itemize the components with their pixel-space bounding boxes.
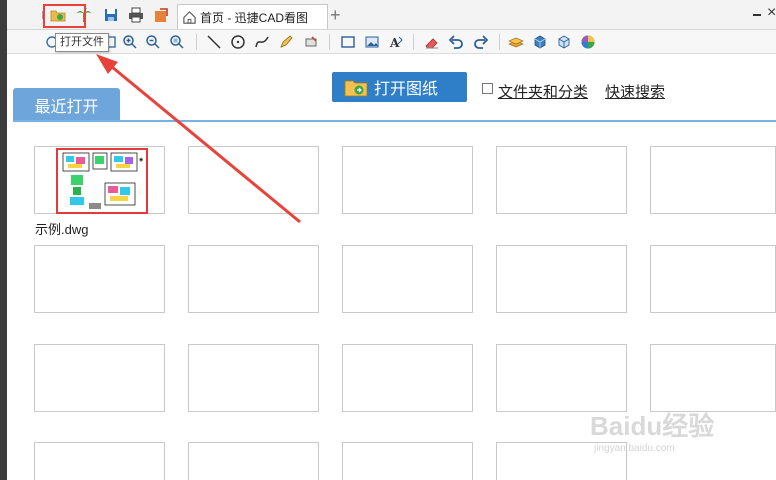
zoom-in-icon[interactable] [121, 33, 139, 51]
main-toolbar: A [7, 30, 776, 54]
text-icon[interactable]: A [387, 33, 405, 51]
tab-recent[interactable]: 最近打开 [13, 88, 120, 121]
watermark-sub-text: jingyan.baidu.com [594, 443, 675, 454]
save-icon[interactable] [102, 6, 120, 24]
export-icon[interactable] [152, 6, 170, 24]
toolbar-separator [499, 34, 500, 50]
folder-icon [344, 80, 368, 97]
watermark-main-text: Baidu经验 [590, 411, 715, 441]
empty-thumbnail-slot [188, 146, 319, 214]
empty-thumbnail-slot [34, 442, 165, 480]
empty-thumbnail-slot [650, 146, 776, 214]
line-icon[interactable] [205, 33, 223, 51]
redo-icon[interactable] [472, 33, 490, 51]
open-file-highlight [43, 4, 86, 28]
undo-icon[interactable] [447, 33, 465, 51]
print-icon[interactable] [127, 6, 145, 24]
pencil-icon[interactable] [277, 33, 295, 51]
empty-thumbnail-slot [496, 245, 627, 313]
toolbar-separator [329, 34, 330, 50]
rectangle-icon[interactable] [339, 33, 357, 51]
minimize-button[interactable] [753, 14, 761, 16]
empty-thumbnail-slot [342, 344, 473, 412]
circle-icon[interactable] [229, 33, 247, 51]
quick-search-link[interactable]: 快速搜索 [605, 81, 665, 102]
image-icon[interactable] [363, 33, 381, 51]
empty-thumbnail-slot [650, 245, 776, 313]
close-button[interactable]: × [767, 4, 776, 22]
empty-thumbnail-slot [34, 344, 165, 412]
drawing-preview-image: ◉ [56, 148, 148, 214]
open-drawing-label: 打开图纸 [374, 81, 439, 98]
open-drawing-button[interactable]: 打开图纸 [332, 72, 467, 102]
recent-file-name[interactable]: 示例.dwg [35, 219, 88, 238]
curve-icon[interactable] [253, 33, 271, 51]
open-file-tooltip: 打开文件 [55, 33, 109, 52]
recent-file-thumbnail[interactable]: ◉ [34, 146, 165, 214]
tab-home-label: 首页 - 迅捷CAD看图 [200, 10, 309, 25]
zoom-extents-icon[interactable] [168, 33, 186, 51]
eraser-tool-icon[interactable] [302, 33, 320, 51]
eraser-icon[interactable] [423, 33, 441, 51]
empty-thumbnail-slot [342, 245, 473, 313]
add-tab-button[interactable]: + [330, 6, 341, 24]
3d-view-icon[interactable] [555, 33, 573, 51]
color-wheel-icon[interactable] [579, 33, 597, 51]
tab-underline [13, 120, 776, 122]
empty-thumbnail-slot [34, 245, 165, 313]
svg-text:◉: ◉ [139, 157, 143, 163]
baidu-watermark: Baidu经验 jingyan.baidu.com [590, 400, 750, 460]
empty-thumbnail-slot [188, 442, 319, 480]
tab-home[interactable]: 首页 - 迅捷CAD看图 [177, 4, 328, 29]
layers-icon[interactable] [507, 33, 525, 51]
folder-category-link[interactable]: 文件夹和分类 [498, 81, 588, 102]
empty-thumbnail-slot [188, 344, 319, 412]
zoom-out-icon[interactable] [144, 33, 162, 51]
folder-category-checkbox[interactable] [482, 83, 493, 94]
toolbar-separator [196, 34, 197, 50]
3d-box-icon[interactable] [531, 33, 549, 51]
empty-thumbnail-slot [188, 245, 319, 313]
empty-thumbnail-slot [496, 146, 627, 214]
title-bar: 首页 - 迅捷CAD看图 + × [7, 0, 776, 30]
empty-thumbnail-slot [342, 442, 473, 480]
toolbar-separator [413, 34, 414, 50]
empty-thumbnail-slot [342, 146, 473, 214]
window-left-edge [0, 0, 7, 480]
home-icon [183, 10, 196, 24]
